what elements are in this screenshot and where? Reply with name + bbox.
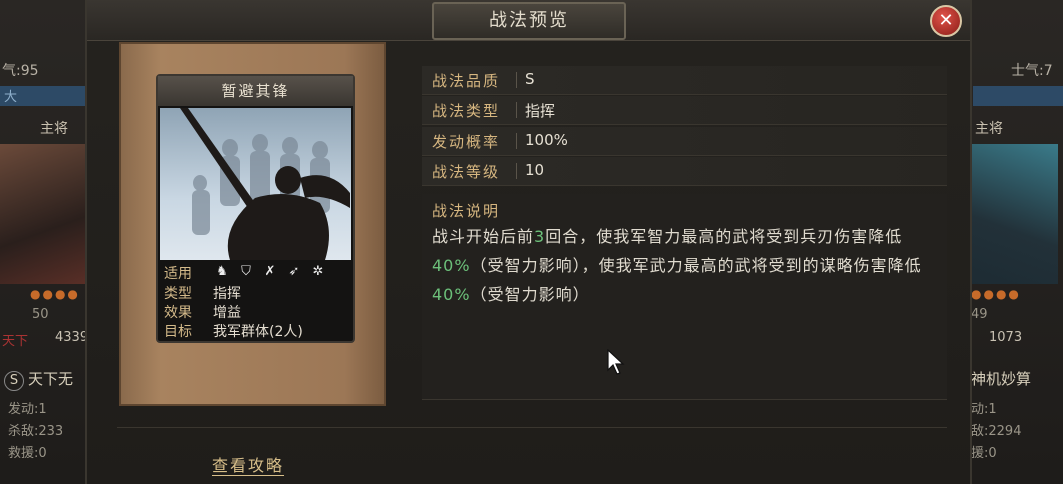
mouse-cursor-icon <box>607 349 625 375</box>
left-stat-rescue: 救援:0 <box>8 446 47 461</box>
modal-title: 战法预览 <box>432 2 626 40</box>
right-morale: 士气:7 <box>1011 63 1053 79</box>
right-general-panel: 士气:7 主将 ●●●● 49 1073 神机妙算 动:1 敌:2294 援:0 <box>963 0 1063 484</box>
info-separator <box>516 133 517 149</box>
type-label: 类型 <box>164 286 192 302</box>
description-text: 战斗开始后前3回合，使我军智力最高的武将受到兵刃伤害降低40%（受智力影响），使… <box>432 222 932 309</box>
info-label: 战法类型 <box>432 102 501 120</box>
left-status-bar: 大 <box>0 86 85 106</box>
description-label: 战法说明 <box>432 202 501 220</box>
left-skill-badge: S <box>4 371 24 391</box>
skill-card: 暂避其锋 适用 ♞ ⛉ ✗ ➶ ✲ 类型 指挥 效果 增益 目标 我军群体(2人… <box>156 74 355 343</box>
cavalry-icon: ♞ <box>216 264 228 279</box>
right-stat-kills: 敌:2294 <box>971 424 1022 439</box>
desc-part: （受智力影响） <box>470 285 590 304</box>
info-label: 战法等级 <box>432 163 501 181</box>
applicable-label: 适用 <box>164 266 192 282</box>
left-tag: 天下 <box>2 334 29 349</box>
left-role-label: 主将 <box>40 121 68 137</box>
info-separator <box>516 102 517 118</box>
left-level: 50 <box>32 307 49 322</box>
info-row-quality: 战法品质 S <box>422 66 947 95</box>
left-general-portrait[interactable] <box>0 144 90 284</box>
left-stat-trigger: 发动:1 <box>8 402 47 417</box>
shield-icon: ⛉ <box>241 264 251 279</box>
left-morale: 气:95 <box>2 63 39 79</box>
info-value: 100% <box>525 131 568 149</box>
desc-part: 回合，使我军智力最高的武将受到兵刃伤害降低 <box>545 227 903 246</box>
target-value: 我军群体(2人) <box>213 324 303 340</box>
info-value: 10 <box>525 161 545 179</box>
info-row-level: 战法等级 10 <box>422 157 947 186</box>
right-general-portrait[interactable] <box>968 144 1058 284</box>
skill-preview-modal: 战法预览 ✕ 暂避其锋 适用 ♞ ⛉ ✗ ➶ ✲ 类型 指挥 效果 增益 目标 … <box>85 0 972 484</box>
right-troops: 1073 <box>989 330 1023 345</box>
skill-card-title: 暂避其锋 <box>158 76 353 106</box>
info-value: S <box>525 70 535 88</box>
close-button[interactable]: ✕ <box>930 5 962 37</box>
footer-divider <box>117 427 947 428</box>
info-separator <box>516 163 517 179</box>
left-bar-text: 大 <box>4 90 18 105</box>
desc-part: （受智力影响），使我军武力最高的武将受到的谋略伤害降低 <box>470 256 922 275</box>
info-row-type: 战法类型 指挥 <box>422 96 947 125</box>
right-stat-rescue: 援:0 <box>971 446 997 461</box>
view-guide-link[interactable]: 查看攻略 <box>212 452 284 476</box>
right-status-bar <box>973 86 1063 106</box>
left-skill[interactable]: S 天下无 <box>4 368 73 391</box>
info-separator <box>516 72 517 88</box>
modal-titlebar: 战法预览 ✕ <box>87 0 970 41</box>
info-value: 指挥 <box>525 102 556 120</box>
desc-percent: 40% <box>432 285 471 304</box>
info-label: 战法品质 <box>432 72 501 90</box>
effect-value: 增益 <box>213 305 241 321</box>
close-icon: ✕ <box>938 10 954 31</box>
right-role-label: 主将 <box>975 121 1003 137</box>
target-label: 目标 <box>164 324 192 340</box>
type-value: 指挥 <box>213 286 241 302</box>
wheel-icon: ✲ <box>312 264 324 279</box>
desc-rounds: 3 <box>534 227 546 246</box>
right-stars: ●●●● <box>971 287 1021 301</box>
skill-card-art <box>160 108 351 260</box>
skill-description-box: 战法说明 战斗开始后前3回合，使我军智力最高的武将受到兵刃伤害降低40%（受智力… <box>422 194 947 400</box>
spear-icon: ➶ <box>288 264 300 279</box>
applicable-row: 适用 ♞ ⛉ ✗ ➶ ✲ <box>158 262 353 282</box>
warrior-silhouette-art <box>180 108 350 260</box>
left-stat-kills: 杀敌:233 <box>8 424 64 439</box>
desc-percent: 40% <box>432 256 471 275</box>
left-troops: 4339 <box>55 330 89 345</box>
desc-part: 战斗开始后前 <box>432 227 535 246</box>
skill-scroll-frame: 暂避其锋 适用 ♞ ⛉ ✗ ➶ ✲ 类型 指挥 效果 增益 目标 我军群体(2人… <box>119 42 386 406</box>
left-skill-name: 天下无 <box>28 370 74 388</box>
effect-label: 效果 <box>164 305 192 321</box>
info-row-probability: 发动概率 100% <box>422 127 947 156</box>
right-skill-name[interactable]: 神机妙算 <box>971 368 1031 389</box>
right-stat-trigger: 动:1 <box>971 402 997 417</box>
left-stars: ●●●● <box>30 287 80 301</box>
right-level: 49 <box>971 307 988 322</box>
info-label: 发动概率 <box>432 133 501 151</box>
bow-icon: ✗ <box>264 264 276 279</box>
